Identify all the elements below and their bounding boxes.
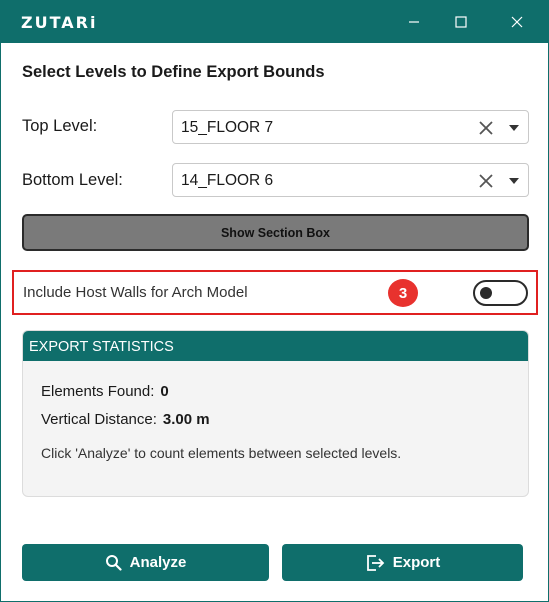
dropdown-arrow-icon[interactable] xyxy=(508,176,520,186)
dialog-heading: Select Levels to Define Export Bounds xyxy=(22,63,325,81)
top-level-combobox[interactable]: 15_FLOOR 7 xyxy=(172,110,529,144)
bottom-level-label: Bottom Level: xyxy=(22,171,123,189)
clear-icon[interactable] xyxy=(477,172,495,190)
elements-found-label: Elements Found: xyxy=(41,383,155,400)
elements-found-stat: Elements Found: 0 xyxy=(41,383,169,400)
minimize-icon xyxy=(409,21,419,23)
host-walls-toggle[interactable] xyxy=(473,280,528,306)
brand-logo: ZUTARi xyxy=(21,13,98,32)
elements-found-value: 0 xyxy=(160,383,169,400)
vertical-distance-stat: Vertical Distance: 3.00 m xyxy=(41,411,210,428)
export-label: Export xyxy=(392,554,441,571)
export-dialog-window: ZUTARi Select Levels to Define Export Bo… xyxy=(0,0,549,602)
host-walls-highlight-box: Include Host Walls for Arch Model 3 xyxy=(12,270,538,315)
vertical-distance-value: 3.00 m xyxy=(162,411,210,428)
maximize-icon xyxy=(455,16,467,28)
top-level-value: 15_FLOOR 7 xyxy=(181,119,274,136)
stats-header: EXPORT STATISTICS xyxy=(23,331,528,361)
vertical-distance-label: Vertical Distance: xyxy=(41,411,157,428)
close-icon xyxy=(511,16,523,28)
clear-icon[interactable] xyxy=(477,119,495,137)
bottom-level-combobox[interactable]: 14_FLOOR 6 xyxy=(172,163,529,197)
export-button[interactable]: Export xyxy=(282,544,523,581)
top-level-label: Top Level: xyxy=(22,117,98,135)
step-badge: 3 xyxy=(388,279,418,307)
search-icon xyxy=(105,555,122,571)
toggle-knob xyxy=(480,287,492,299)
close-button[interactable] xyxy=(494,1,540,43)
minimize-button[interactable] xyxy=(391,1,437,43)
analyze-label: Analyze xyxy=(129,554,187,571)
title-bar: ZUTARi xyxy=(1,1,548,43)
analyze-button[interactable]: Analyze xyxy=(22,544,269,581)
bottom-level-value: 14_FLOOR 6 xyxy=(181,172,274,189)
host-walls-label: Include Host Walls for Arch Model xyxy=(23,284,248,301)
show-section-box-button[interactable]: Show Section Box xyxy=(22,214,529,251)
export-statistics-panel: EXPORT STATISTICS Elements Found: 0 Verti… xyxy=(22,330,529,497)
dropdown-arrow-icon[interactable] xyxy=(508,123,520,133)
export-icon xyxy=(366,554,385,571)
maximize-button[interactable] xyxy=(438,1,484,43)
stats-hint: Click 'Analyze' to count elements betwee… xyxy=(41,445,402,461)
